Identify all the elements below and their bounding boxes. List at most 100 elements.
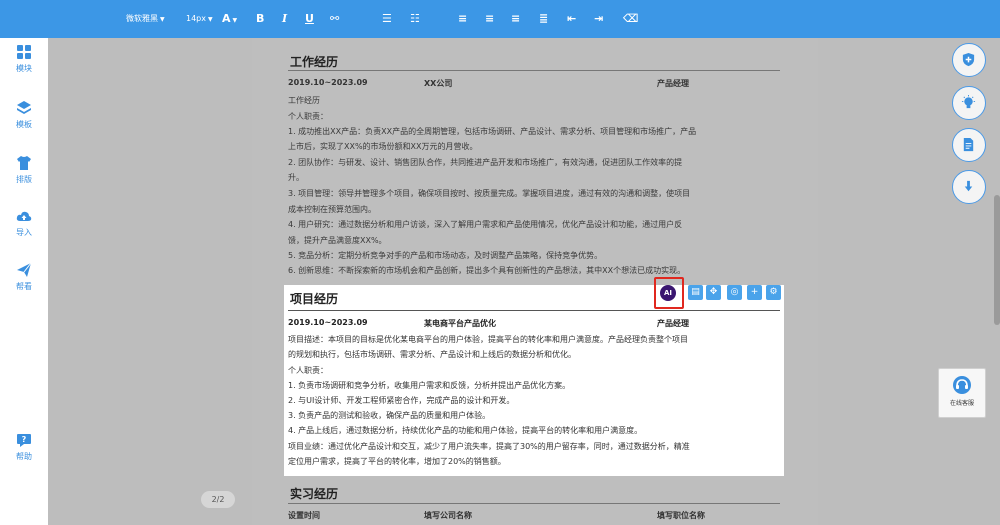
cloud-upload-icon [16, 211, 32, 221]
move-icon: ✥ [709, 287, 718, 297]
text-line: 1. 负责市场调研和竞争分析，收集用户需求和反馈，分析并提出产品优化方案。 [288, 381, 571, 390]
document-button[interactable] [952, 128, 986, 162]
text-line: 的规划和执行，包括市场调研、需求分析、产品设计和上线后的数据分析和优化。 [288, 350, 576, 359]
copy-icon: ◎ [730, 287, 739, 297]
italic-icon[interactable]: I [282, 0, 287, 38]
align-right-icon[interactable]: ≡ [511, 0, 520, 38]
sidebar-item-modules[interactable]: 模块 [0, 44, 48, 74]
font-family-select[interactable]: 微软雅黑 ▼ [126, 0, 165, 38]
intern-position[interactable]: 填写职位名称 [657, 510, 705, 521]
add-icon: + [750, 287, 759, 297]
bulb-button[interactable] [952, 86, 986, 120]
clear-format-icon[interactable]: ⌫ [623, 0, 639, 38]
text-line: 5. 竞品分析：定期分析竞争对手的产品和市场动态，及时调整产品策略，保持竞争优势… [288, 251, 603, 260]
text-line: 6. 创新思维：不断探索新的市场机会和产品创新，提出多个具有创新性的产品想法，其… [288, 266, 686, 275]
chevron-down-icon: ▼ [208, 16, 213, 23]
sidebar-item-label: 帮看 [16, 282, 32, 291]
text-line: 个人职责： [288, 112, 328, 121]
section-title-intern[interactable]: 实习经历 [290, 485, 338, 502]
editor-toolbar: 微软雅黑 ▼ 14px ▼ A ▼ B I U ⚯ ☰ ☷ ≡ ≡ ≡ ≣ ⇤ ⇥ ⌫ [0, 0, 1000, 38]
sidebar-item-import[interactable]: 导入 [0, 208, 48, 238]
send-icon [17, 262, 32, 277]
text-line: 工作经历 [288, 96, 320, 105]
underline-icon[interactable]: U [305, 0, 314, 38]
sidebar-item-layout[interactable]: 排版 [0, 155, 48, 185]
text-line: 3. 项目管理：领导并管理多个项目，确保项目按时、按质量完成。掌握项目进度，通过… [288, 189, 691, 198]
text-line: 4. 用户研究：通过数据分析和用户访谈，深入了解用户需求和产品使用情况，优化产品… [288, 220, 683, 229]
left-sidebar: 模块 模板 排版 导入 帮看 ? 帮助 [0, 38, 48, 525]
justify-icon[interactable]: ≣ [539, 0, 548, 38]
sidebar-item-label: 模板 [16, 120, 32, 129]
highlight-box [654, 277, 684, 309]
text-line: 上市后，实现了XX%的市场份额和XX万元的月营收。 [288, 142, 478, 151]
svg-text:?: ? [22, 435, 27, 444]
sidebar-item-review[interactable]: 帮看 [0, 262, 48, 292]
shirt-icon [17, 156, 31, 170]
work-position[interactable]: 产品经理 [657, 78, 689, 89]
unordered-list-icon[interactable]: ☷ [410, 0, 420, 38]
intern-date[interactable]: 设置时间 [288, 510, 320, 521]
section-divider [288, 70, 780, 71]
text-line: 2. 与UI设计师、开发工程师紧密合作，完成产品的设计和开发。 [288, 396, 515, 405]
online-service-button[interactable]: 在线客服 [938, 368, 986, 418]
section-title-project[interactable]: 项目经历 [290, 290, 338, 307]
headset-icon [953, 376, 971, 394]
font-family-value: 微软雅黑 [126, 14, 158, 23]
help-icon: ? [17, 434, 31, 447]
settings-icon: ▤ [691, 287, 700, 297]
shield-button[interactable] [952, 43, 986, 77]
section-divider [288, 503, 780, 504]
scrollbar[interactable] [994, 195, 1000, 325]
project-date[interactable]: 2019.10~2023.09 [288, 318, 368, 327]
font-size-select[interactable]: 14px ▼ [186, 0, 213, 38]
bold-icon[interactable]: B [256, 0, 264, 38]
text-line: 项目业绩：通过优化产品设计和交互，减少了用户流失率，提高了30%的用户留存率，同… [288, 442, 690, 451]
outdent-icon[interactable]: ⇤ [567, 0, 576, 38]
section-title-work[interactable]: 工作经历 [290, 53, 338, 70]
sidebar-item-templates[interactable]: 模板 [0, 100, 48, 130]
project-section[interactable]: 项目经历 2019.10~2023.09 某电商平台产品优化 产品经理 项目描述… [284, 285, 784, 476]
move-button[interactable]: ✥ [706, 285, 721, 300]
sidebar-item-label: 排版 [16, 175, 32, 184]
bulb-icon [961, 95, 976, 109]
layers-icon [17, 101, 31, 114]
page-indicator: 2/2 [201, 491, 235, 508]
shield-icon [962, 52, 975, 67]
sidebar-item-label: 模块 [16, 64, 32, 73]
work-date[interactable]: 2019.10~2023.09 [288, 78, 368, 87]
work-company[interactable]: XX公司 [424, 78, 452, 89]
service-label: 在线客服 [949, 400, 974, 407]
gear-icon: ⚙ [769, 287, 778, 297]
sidebar-item-help[interactable]: ? 帮助 [0, 432, 48, 462]
sidebar-item-label: 帮助 [16, 452, 32, 461]
document-icon [963, 137, 974, 152]
add-button[interactable]: + [747, 285, 762, 300]
intern-company[interactable]: 填写公司名称 [424, 510, 472, 521]
text-line: 项目描述：本项目的目标是优化某电商平台的用户体验，提高平台的转化率和用户满意度。… [288, 335, 688, 344]
gear-button[interactable]: ⚙ [766, 285, 781, 300]
indent-icon[interactable]: ⇥ [594, 0, 603, 38]
section-divider [288, 310, 780, 311]
text-line: 定位用户需求，提高了平台的转化率，增加了20%的销售额。 [288, 457, 506, 466]
font-color-icon[interactable]: A ▼ [222, 0, 237, 38]
grid-icon [17, 45, 31, 59]
project-name[interactable]: 某电商平台产品优化 [424, 318, 496, 329]
download-button[interactable] [952, 170, 986, 204]
sidebar-item-label: 导入 [16, 228, 32, 237]
ordered-list-icon[interactable]: ☰ [382, 0, 392, 38]
download-icon [964, 180, 973, 192]
copy-button[interactable]: ◎ [727, 285, 742, 300]
text-line: 1. 成功推出XX产品：负责XX产品的全周期管理，包括市场调研、产品设计、需求分… [288, 127, 697, 136]
text-line: 个人职责： [288, 366, 328, 375]
text-line: 成本控制在预算范围内。 [288, 205, 376, 214]
text-line: 升。 [288, 173, 304, 182]
project-position[interactable]: 产品经理 [657, 318, 689, 329]
align-left-icon[interactable]: ≡ [458, 0, 467, 38]
settings-button[interactable]: ▤ [688, 285, 703, 300]
text-line: 馈，提升产品满意度XX%。 [288, 236, 387, 245]
text-line: 3. 负责产品的测试和验收，确保产品的质量和用户体验。 [288, 411, 491, 420]
link-icon[interactable]: ⚯ [330, 0, 339, 38]
align-center-icon[interactable]: ≡ [485, 0, 494, 38]
text-line: 2. 团队协作：与研发、设计、销售团队合作，共同推进产品开发和市场推广，有效沟通… [288, 158, 683, 167]
text-line: 4. 产品上线后，通过数据分析，持续优化产品的功能和用户体验，提高平台的转化率和… [288, 426, 643, 435]
